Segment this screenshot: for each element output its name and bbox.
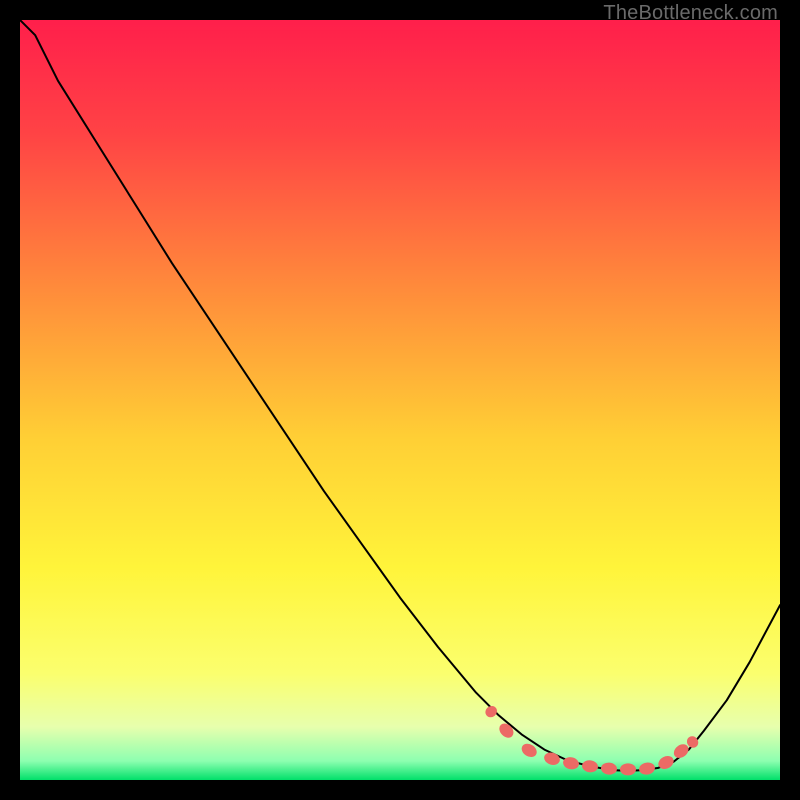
- plot-area: [20, 20, 780, 780]
- chart-frame: TheBottleneck.com: [0, 0, 800, 800]
- optimum-marker: [620, 763, 636, 775]
- gradient-background: [20, 20, 780, 780]
- bottleneck-chart: [20, 20, 780, 780]
